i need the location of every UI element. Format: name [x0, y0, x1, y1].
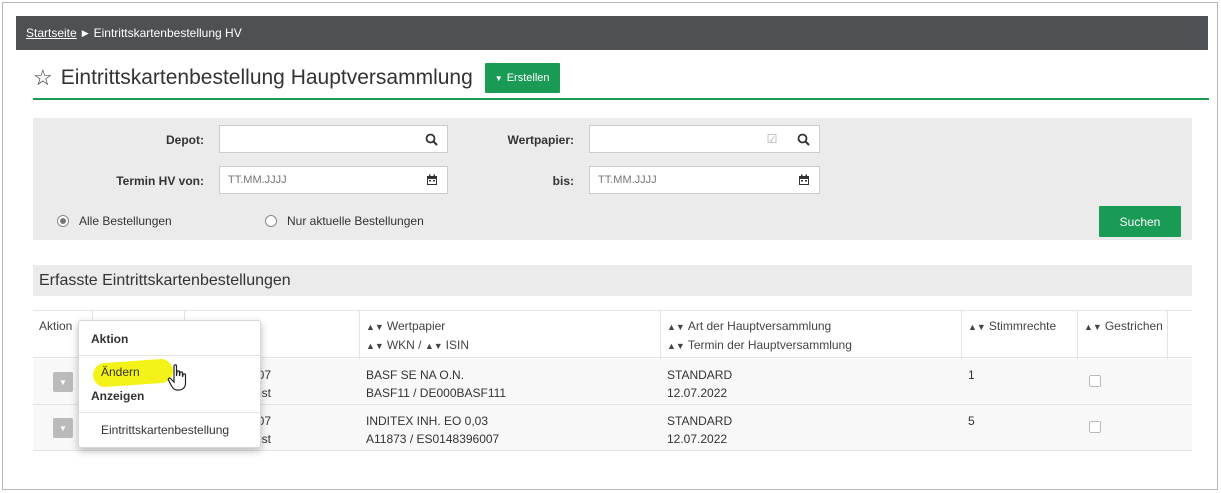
sort-icon: ▲▼ [424, 341, 443, 351]
radio-current-label: Nur aktuelle Bestellungen [287, 214, 424, 228]
col-stimmrechte[interactable]: ▲▼ Stimmrechte [962, 311, 1078, 359]
page-header: ☆ Eintrittskartenbestellung Hauptversamm… [33, 62, 560, 94]
sort-icon: ▲▼ [968, 322, 986, 332]
stimmrechte-cell: 5 [968, 414, 975, 428]
termin-von-calendar-button[interactable] [416, 166, 448, 194]
art-cell: STANDARD 12.07.2022 [667, 368, 733, 400]
wertpapier-label: Wertpapier: [507, 133, 574, 147]
row-action-button[interactable]: ▼ [53, 372, 73, 392]
menu-item-aendern[interactable]: Ändern [101, 365, 140, 379]
breadcrumb: Startseite ▶ Eintrittskartenbestellung H… [16, 16, 1208, 50]
col-wertpapier[interactable]: ▲▼ Wertpapier ▲▼ WKN / ▲▼ ISIN [360, 311, 661, 359]
depot-search-button[interactable] [416, 125, 448, 153]
radio-all-label: Alle Bestellungen [79, 214, 172, 228]
radio-unselected-icon [265, 215, 277, 227]
termin-von-label: Termin HV von: [116, 174, 204, 188]
art-cell: STANDARD 12.07.2022 [667, 414, 733, 446]
radio-current-orders[interactable]: Nur aktuelle Bestellungen [265, 214, 424, 228]
bis-calendar-button[interactable] [788, 166, 820, 194]
hand-cursor-icon [167, 364, 187, 391]
clear-edit-icon[interactable]: ☑ [757, 126, 787, 152]
calendar-icon [798, 174, 809, 185]
bis-label: bis: [552, 174, 574, 188]
dropdown-header-aktion: Aktion [91, 332, 129, 346]
col-art-hv[interactable]: ▲▼ Art der Hauptversammlung ▲▼ Termin der … [661, 311, 962, 359]
sort-icon: ▲▼ [667, 341, 685, 351]
sort-icon: ▲▼ [667, 322, 685, 332]
bis-input[interactable] [589, 166, 789, 194]
wertpapier-cell: BASF SE NA O.N. BASF11 / DE000BASF111 [366, 368, 507, 400]
favorite-star-icon[interactable]: ☆ [33, 67, 53, 89]
calendar-icon [426, 174, 437, 185]
search-icon [425, 133, 438, 146]
gestrichen-checkbox[interactable] [1089, 421, 1101, 433]
search-icon [797, 133, 810, 146]
depot-label: Depot: [166, 133, 204, 147]
wertpapier-search-button[interactable] [788, 125, 820, 153]
row-action-button[interactable]: ▼ [53, 418, 73, 438]
wertpapier-cell: INDITEX INH. EO 0,03 A11873 / ES01483960… [366, 414, 500, 446]
dropdown-divider [79, 412, 260, 413]
breadcrumb-home-link[interactable]: Startseite [26, 26, 77, 40]
menu-item-eintrittskartenbestellung[interactable]: Eintrittskartenbestellung [101, 423, 229, 437]
stimmrechte-cell: 1 [968, 368, 975, 382]
caret-down-icon: ▼ [494, 73, 503, 83]
breadcrumb-current: Eintrittskartenbestellung HV [93, 26, 242, 40]
sort-icon: ▲▼ [366, 341, 384, 351]
page-title: Eintrittskartenbestellung Hauptversammlu… [60, 66, 473, 89]
radio-all-orders[interactable]: Alle Bestellungen [57, 214, 172, 228]
create-button[interactable]: ▼ Erstellen [484, 63, 560, 93]
gestrichen-checkbox[interactable] [1089, 375, 1101, 387]
depot-input[interactable] [219, 125, 417, 153]
dropdown-header-anzeigen: Anzeigen [91, 389, 145, 403]
section-title: Erfasste Eintrittskartenbestellungen [33, 265, 1192, 296]
create-button-label: Erstellen [506, 72, 550, 84]
search-button[interactable]: Suchen [1099, 206, 1181, 237]
col-gestrichen[interactable]: ▲▼ Gestrichen [1078, 311, 1168, 359]
radio-selected-icon [57, 215, 69, 227]
sort-icon: ▲▼ [1084, 322, 1102, 332]
termin-von-input[interactable] [219, 166, 417, 194]
sort-icon: ▲▼ [366, 322, 384, 332]
title-underline [33, 98, 1209, 100]
dropdown-divider [79, 355, 260, 356]
breadcrumb-separator-icon: ▶ [81, 27, 89, 38]
